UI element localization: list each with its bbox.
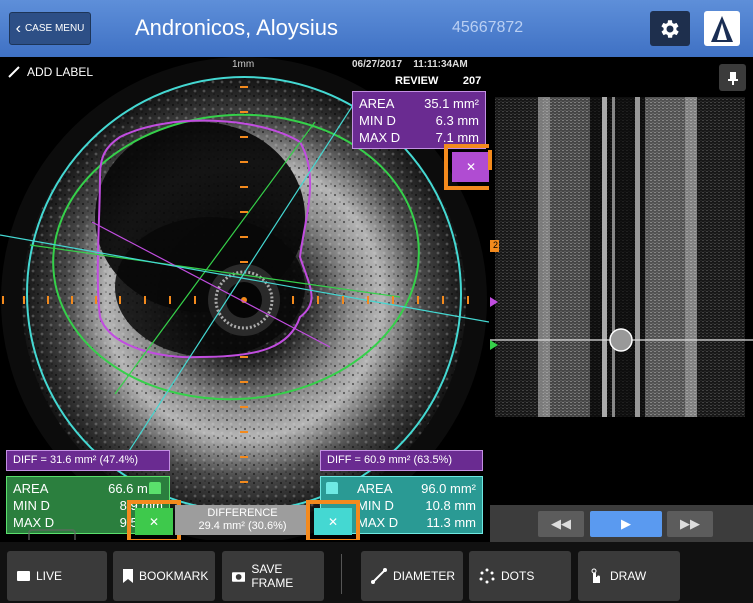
pin-view-button[interactable]	[719, 64, 746, 91]
frame-datetime: 06/27/2017 11:11:34AM	[352, 59, 468, 70]
fast-forward-button[interactable]: ▶▶	[667, 511, 713, 537]
lumen-area-label: AREA	[359, 96, 395, 111]
live-label: LIVE	[36, 569, 63, 583]
unlock-icon[interactable]	[147, 480, 163, 496]
video-icon	[17, 571, 30, 581]
pin-icon	[727, 71, 738, 85]
eem-min-d-value: 10.8 mm	[425, 498, 476, 513]
lumen-min-d-value: 6.3 mm	[435, 113, 479, 128]
close-icon: ✕	[314, 508, 352, 535]
draw-button[interactable]: DRAW	[578, 551, 680, 601]
header-bar: ‹ CASE MENU Andronicos, Aloysius 4566787…	[0, 0, 753, 57]
eem-min-d-label: MIN D	[357, 498, 394, 513]
live-button[interactable]: LIVE	[7, 551, 107, 601]
rewind-button[interactable]: ◀◀	[538, 511, 584, 537]
mode-label: REVIEW	[395, 75, 439, 87]
play-icon: ▶	[621, 516, 631, 531]
lumen-max-d-label: MAX D	[359, 130, 401, 145]
eem-max-d-value: 11.3 mm	[426, 515, 476, 530]
longitudinal-image	[490, 97, 753, 417]
ivus-cross-section[interactable]: ADD LABEL 1mm 06/27/2017 11:11:34AM REVI…	[0, 57, 489, 540]
brand-logo[interactable]	[704, 11, 740, 46]
playback-controls: ◀◀ ▶ ▶▶	[490, 505, 753, 542]
delete-vessel-button[interactable]: ✕	[127, 500, 181, 540]
lumen-area-value: 35.1 mm²	[424, 96, 479, 111]
diameter-icon	[371, 568, 387, 584]
rewind-icon: ◀◀	[551, 516, 571, 531]
dots-icon	[479, 568, 495, 584]
lumen-min-d-label: MIN D	[359, 113, 396, 128]
case-menu-label: CASE MENU	[24, 23, 85, 34]
frame-time: 11:11:34AM	[413, 59, 468, 70]
vessel-diff-bar: DIFF = 31.6 mm² (47.4%)	[6, 450, 170, 471]
scale-label: 1mm	[232, 59, 255, 70]
frame-date: 06/27/2017	[352, 59, 403, 70]
play-button[interactable]: ▶	[590, 511, 662, 537]
close-icon: ✕	[452, 152, 489, 182]
review-status: REVIEW 207	[395, 75, 481, 87]
patient-name: Andronicos, Aloysius	[135, 15, 338, 40]
gear-icon	[661, 19, 679, 38]
difference-label: DIFFERENCE	[207, 507, 278, 519]
camera-icon	[232, 572, 246, 582]
dots-button[interactable]: DOTS	[469, 551, 571, 601]
pencil-icon	[8, 66, 20, 78]
patient-id: 45667872	[452, 19, 524, 36]
eem-diff-bar: DIFF = 60.9 mm² (63.5%)	[320, 450, 483, 471]
chevron-left-icon: ‹	[15, 19, 21, 37]
unlock-icon[interactable]	[324, 480, 340, 496]
catheter-logo-icon	[711, 15, 733, 42]
eem-area-label: AREA	[357, 481, 393, 496]
diameter-label: DIAMETER	[393, 569, 456, 583]
difference-panel: DIFFERENCE 29.4 mm² (30.6%)	[175, 505, 310, 535]
save-frame-label: SAVE FRAME	[251, 562, 294, 590]
add-label-button[interactable]: ADD LABEL	[8, 65, 93, 79]
zoom-icon[interactable]	[28, 529, 76, 540]
bottom-toolbar: LIVE BOOKMARK SAVE FRAME DIAMETER DOTS D…	[0, 542, 753, 603]
draw-label: DRAW	[610, 569, 647, 583]
lumen-measurement-panel: AREA 35.1 mm² MIN D 6.3 mm MAX D 7.1 mm	[352, 91, 486, 149]
frame-number: 207	[462, 75, 482, 87]
toolbar-divider	[341, 554, 342, 594]
frame-marker-orange	[488, 150, 492, 170]
settings-button[interactable]	[650, 11, 690, 46]
vessel-min-d-label: MIN D	[13, 498, 50, 513]
fast-forward-icon: ▶▶	[680, 516, 700, 531]
delete-eem-button[interactable]: ✕	[306, 500, 360, 540]
frame-marker-label: 2	[492, 240, 498, 250]
longitudinal-view[interactable]: 2	[488, 57, 753, 509]
draw-hand-icon	[591, 568, 600, 583]
difference-value: 29.4 mm² (30.6%)	[198, 520, 287, 532]
bookmark-button[interactable]: BOOKMARK	[113, 551, 215, 601]
case-menu-button[interactable]: ‹ CASE MENU	[9, 12, 91, 45]
screen: ‹ CASE MENU Andronicos, Aloysius 4566787…	[0, 0, 753, 603]
vessel-area-label: AREA	[13, 481, 49, 496]
add-label-text: ADD LABEL	[27, 65, 94, 79]
eem-max-d-label: MAX D	[357, 515, 399, 530]
bookmark-icon	[123, 569, 133, 583]
save-frame-button[interactable]: SAVE FRAME	[222, 551, 324, 601]
close-icon: ✕	[135, 508, 173, 535]
delete-lumen-button[interactable]: ✕	[444, 144, 489, 190]
diameter-button[interactable]: DIAMETER	[361, 551, 463, 601]
dots-label: DOTS	[501, 569, 535, 583]
bookmark-label: BOOKMARK	[139, 569, 209, 583]
eem-area-value: 96.0 mm²	[421, 481, 476, 496]
